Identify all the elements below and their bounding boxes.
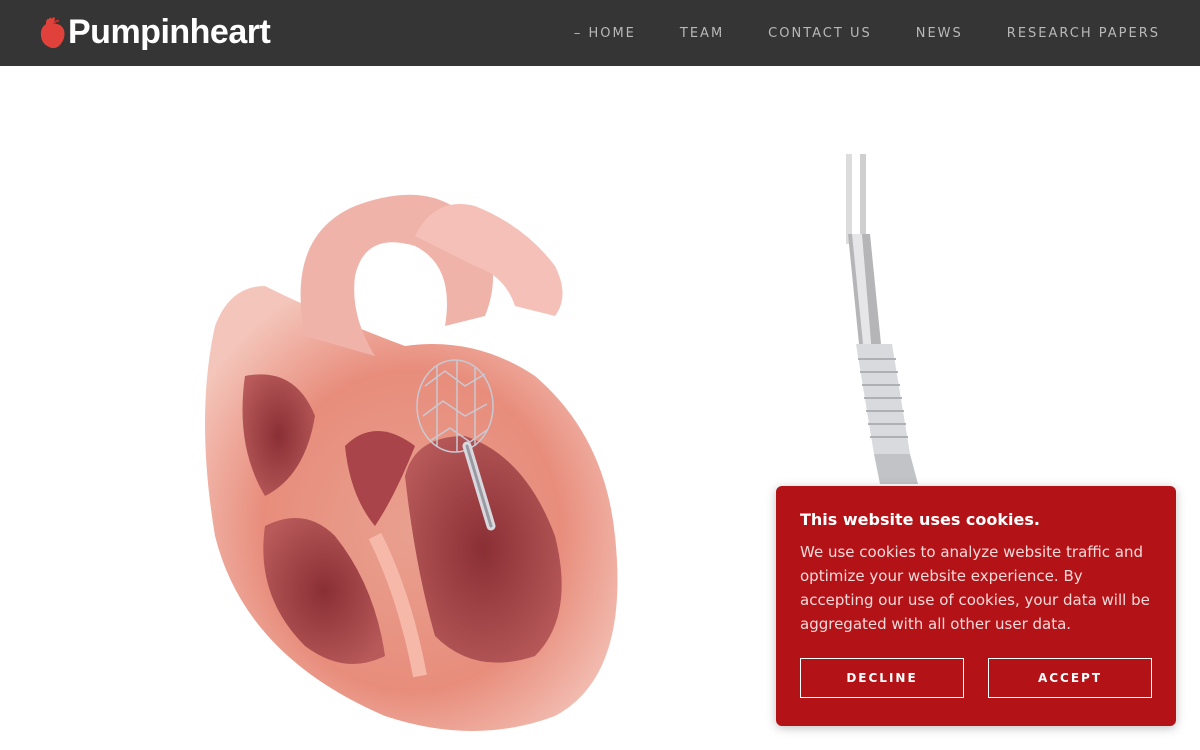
brand-name: Pumpinheart xyxy=(68,13,271,51)
nav-news[interactable]: NEWS xyxy=(916,26,963,41)
brand-logo[interactable]: Pumpinheart xyxy=(40,12,271,52)
decline-button[interactable]: DECLINE xyxy=(800,658,964,698)
nav-research-papers[interactable]: RESEARCH PAPERS xyxy=(1007,26,1160,41)
heart-anatomy-illustration xyxy=(205,194,618,731)
nav-team[interactable]: TEAM xyxy=(680,26,724,41)
nav-home[interactable]: HOME xyxy=(574,26,636,41)
cookie-actions: DECLINE ACCEPT xyxy=(800,658,1152,698)
heart-icon xyxy=(40,17,65,49)
nav-contact-us[interactable]: CONTACT US xyxy=(768,26,872,41)
site-header: Pumpinheart HOME TEAM CONTACT US NEWS RE… xyxy=(0,0,1200,66)
cookie-title: This website uses cookies. xyxy=(800,510,1040,529)
main-nav: HOME TEAM CONTACT US NEWS RESEARCH PAPER… xyxy=(530,0,1160,66)
accept-button[interactable]: ACCEPT xyxy=(988,658,1152,698)
cookie-banner: This website uses cookies. We use cookie… xyxy=(776,486,1176,726)
cookie-message: We use cookies to analyze website traffi… xyxy=(800,543,1150,633)
